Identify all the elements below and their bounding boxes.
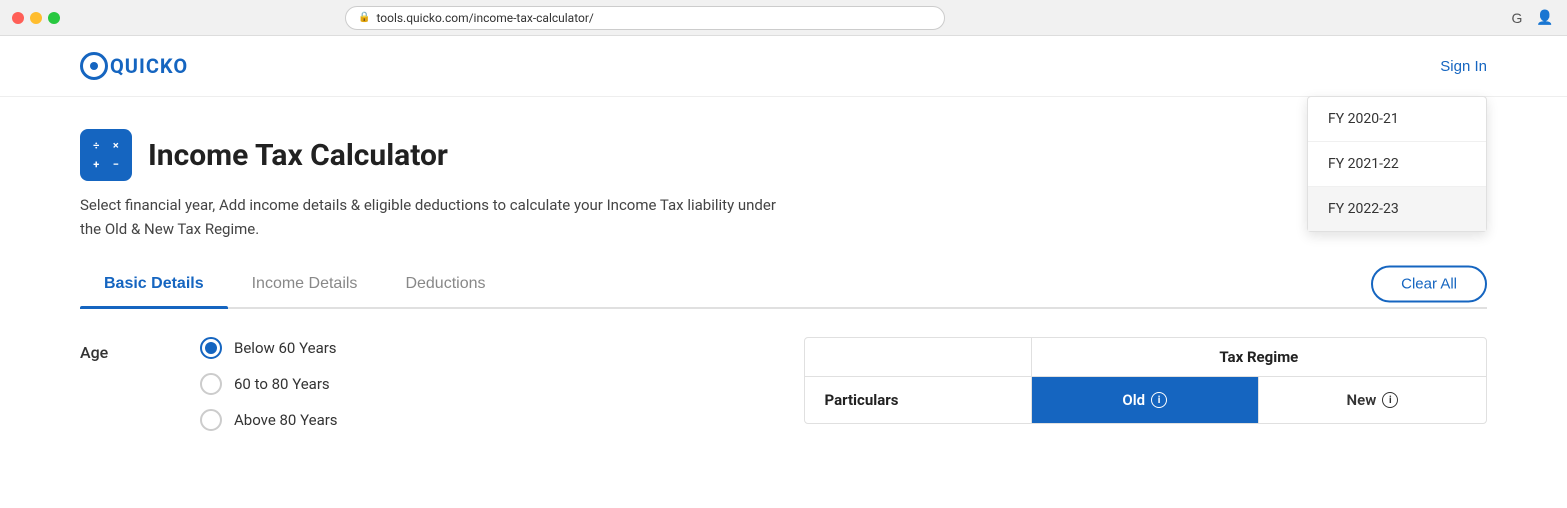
age-radio-group: Below 60 Years 60 to 80 Years Above 80 Y… (200, 337, 338, 431)
calc-cell-3: + (93, 158, 99, 171)
tabs-row: Basic Details Income Details Deductions … (80, 261, 1487, 309)
regime-table-header: Tax Regime (805, 338, 1487, 377)
clear-all-button[interactable]: Clear All (1371, 266, 1487, 303)
site-header: QUICKO Sign In (0, 36, 1567, 97)
calc-cell-4: − (113, 158, 119, 171)
calculator-icon: ÷ × + − (80, 129, 132, 181)
new-regime-label: New (1347, 391, 1377, 409)
lock-icon: 🔒 (358, 12, 370, 23)
profile-icon-button[interactable]: 👤 (1535, 8, 1555, 28)
left-panel: Age Below 60 Years 60 to 80 Years (80, 337, 764, 431)
radio-below60[interactable] (200, 337, 222, 359)
minimize-window-button[interactable] (30, 12, 42, 24)
radio-above80[interactable] (200, 409, 222, 431)
tab-basic-details[interactable]: Basic Details (80, 261, 228, 307)
old-regime-info-icon[interactable]: i (1151, 392, 1167, 408)
radio-60to80[interactable] (200, 373, 222, 395)
old-regime-label: Old (1122, 391, 1145, 409)
age-label-above80: Above 80 Years (234, 411, 338, 429)
url-text: tools.quicko.com/income-tax-calculator/ (376, 11, 593, 25)
logo-text: QUICKO (110, 54, 188, 78)
close-window-button[interactable] (12, 12, 24, 24)
regime-header-left-spacer (805, 338, 1032, 376)
age-option-below60[interactable]: Below 60 Years (200, 337, 338, 359)
age-label-below60: Below 60 Years (234, 339, 337, 357)
regime-header-title: Tax Regime (1032, 338, 1486, 376)
sign-in-button[interactable]: Sign In (1440, 58, 1487, 75)
age-label-60to80: 60 to 80 Years (234, 375, 330, 393)
browser-right-icons: G 👤 (1507, 8, 1555, 28)
address-bar[interactable]: 🔒 tools.quicko.com/income-tax-calculator… (345, 6, 945, 30)
fy-dropdown: FY 2020-21 FY 2021-22 FY 2022-23 (1307, 96, 1487, 232)
tab-deductions[interactable]: Deductions (381, 261, 509, 307)
content-area: Basic Details Income Details Deductions … (0, 261, 1567, 431)
age-option-60to80[interactable]: 60 to 80 Years (200, 373, 338, 395)
logo: QUICKO (80, 52, 188, 80)
tab-income-details[interactable]: Income Details (228, 261, 382, 307)
calc-cell-1: ÷ (93, 139, 99, 152)
new-regime-info-icon[interactable]: i (1382, 392, 1398, 408)
hero-description: Select financial year, Add income detail… (80, 193, 780, 241)
logo-icon (80, 52, 108, 80)
maximize-window-button[interactable] (48, 12, 60, 24)
browser-window-controls (12, 12, 60, 24)
age-form-row: Age Below 60 Years 60 to 80 Years (80, 337, 764, 431)
fy-option-2020[interactable]: FY 2020-21 (1308, 97, 1486, 142)
browser-bar: 🔒 tools.quicko.com/income-tax-calculator… (0, 0, 1567, 36)
particulars-header: Particulars (805, 377, 1032, 423)
fy-option-2021[interactable]: FY 2021-22 (1308, 142, 1486, 187)
new-regime-button[interactable]: New i (1259, 377, 1486, 423)
age-label: Age (80, 337, 160, 362)
google-icon-button[interactable]: G (1507, 8, 1527, 28)
main-page: QUICKO Sign In FY 2020-21 FY 2021-22 FY … (0, 36, 1567, 508)
regime-sub-header: Particulars Old i New i (805, 377, 1487, 423)
fy-option-2022[interactable]: FY 2022-23 (1308, 187, 1486, 231)
calc-cell-2: × (113, 139, 119, 152)
page-title: Income Tax Calculator (148, 138, 448, 173)
hero-title-row: ÷ × + − Income Tax Calculator (80, 129, 1487, 181)
main-grid: Age Below 60 Years 60 to 80 Years (80, 309, 1487, 431)
right-panel: Tax Regime Particulars Old i New i (804, 337, 1488, 431)
old-regime-button[interactable]: Old i (1032, 377, 1259, 423)
regime-table: Tax Regime Particulars Old i New i (804, 337, 1488, 424)
age-option-above80[interactable]: Above 80 Years (200, 409, 338, 431)
